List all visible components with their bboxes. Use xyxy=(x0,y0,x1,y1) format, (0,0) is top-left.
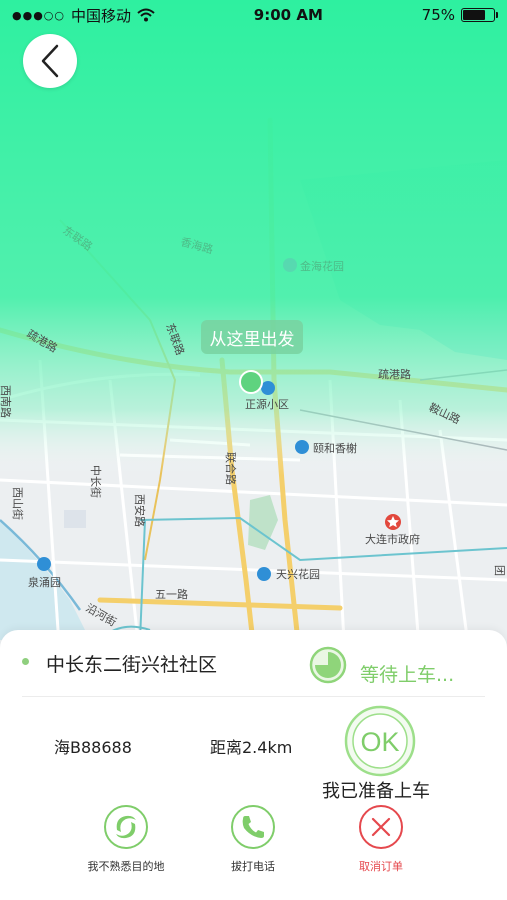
start-point-tag[interactable]: 从这里出发 xyxy=(201,320,303,354)
waiting-timer-icon xyxy=(309,646,347,684)
cancel-order-button[interactable]: 取消订单 xyxy=(326,804,436,874)
destination-row: 中长东二街兴社社区 等待上车... xyxy=(0,630,507,696)
compass-swirl-icon xyxy=(104,805,148,849)
signal-strength-icon: ●●●○○ xyxy=(12,8,65,22)
map-label-天兴花园: 天兴花园 xyxy=(276,568,320,581)
map-label-颐和香榭: 颐和香榭 xyxy=(313,441,357,455)
map-label-西山街: 西山街 xyxy=(11,487,25,520)
carrier-name: 中国移动 xyxy=(71,6,132,25)
back-button[interactable] xyxy=(23,34,77,88)
map-label-大连市政府: 大连市政府 xyxy=(365,532,420,546)
ok-button[interactable]: OK xyxy=(344,705,416,777)
map-label-西安路: 西安路 xyxy=(133,494,147,527)
trip-panel: 中长东二街兴社社区 等待上车... 海B88688 距离2.4km OK 我已准… xyxy=(0,630,507,900)
map-label-团: 团 xyxy=(493,565,506,576)
status-bar: ●●●○○ 中国移动 9:00 AM 75% xyxy=(0,0,507,30)
destination-dot-icon xyxy=(22,658,29,665)
divider xyxy=(22,696,485,697)
battery-percent: 75% xyxy=(421,6,455,24)
call-label: 拔打电话 xyxy=(231,860,275,873)
close-icon xyxy=(359,805,403,849)
map-label-疏港路-right: 疏港路 xyxy=(378,367,411,381)
map-label-正源小区: 正源小区 xyxy=(245,397,289,411)
map-label-联合路: 联合路 xyxy=(224,452,238,485)
battery-icon xyxy=(461,8,498,22)
cancel-order-label: 取消订单 xyxy=(359,860,403,873)
start-point-marker[interactable] xyxy=(239,370,263,394)
call-button[interactable]: 拔打电话 xyxy=(198,804,308,874)
map-label-金海花园: 金海花园 xyxy=(300,259,344,273)
waiting-status: 等待上车... xyxy=(360,664,455,686)
map-label-中长街: 中长街 xyxy=(89,465,103,498)
status-left: ●●●○○ 中国移动 xyxy=(12,5,155,26)
unfamiliar-destination-button[interactable]: 我不熟悉目的地 xyxy=(71,804,181,874)
phone-icon xyxy=(231,805,275,849)
distance-label: 距离2.4km xyxy=(210,738,293,757)
map-label-泉涌园: 泉涌园 xyxy=(28,575,61,589)
chevron-left-icon xyxy=(41,44,59,78)
wifi-icon xyxy=(137,8,155,22)
map-label-西南路: 西南路 xyxy=(0,385,12,418)
destination-name: 中长东二街兴社社区 xyxy=(46,654,218,676)
license-plate: 海B88688 xyxy=(54,738,132,757)
map-label-五一路: 五一路 xyxy=(155,588,188,601)
status-time: 9:00 AM xyxy=(253,6,323,24)
ok-label: OK xyxy=(360,727,399,757)
ready-label: 我已准备上车 xyxy=(322,781,430,802)
unfamiliar-destination-label: 我不熟悉目的地 xyxy=(87,860,165,873)
status-right: 75% xyxy=(421,6,498,24)
